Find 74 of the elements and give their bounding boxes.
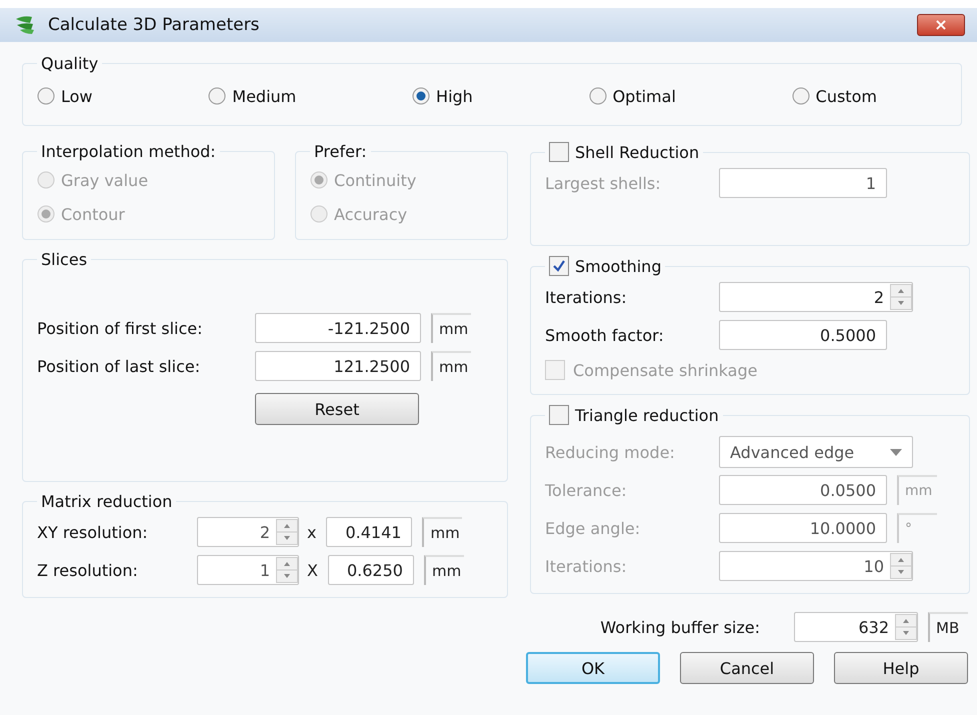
spin-button[interactable] (276, 519, 298, 545)
radio-label: Accuracy (334, 204, 408, 224)
spin-field[interactable]: 1 (197, 555, 299, 585)
radio-button[interactable] (37, 87, 55, 105)
number-field[interactable]: 121.2500 (255, 351, 421, 381)
field-label: Position of last slice: (37, 356, 202, 376)
group-title: Slices (41, 250, 88, 269)
spin-button[interactable] (890, 553, 912, 579)
checkbox[interactable] (545, 360, 565, 380)
unit-label: mm (897, 475, 937, 505)
checkbox[interactable] (549, 256, 569, 276)
number-field[interactable]: 0.6250 (328, 555, 414, 585)
radio-label: Medium (232, 86, 296, 106)
radio-label: Gray value (61, 170, 148, 190)
dialog-button[interactable]: Cancel (680, 652, 814, 684)
radio-label: Contour (61, 204, 125, 224)
group-title: Matrix reduction (41, 492, 172, 511)
radio-label: Continuity (334, 170, 416, 190)
spin-field[interactable]: 2 (197, 517, 299, 547)
checkbox[interactable] (549, 142, 569, 162)
spin-field[interactable]: 632 (794, 612, 918, 642)
field-label: Position of first slice: (37, 318, 204, 338)
number-field[interactable]: 0.0500 (719, 475, 887, 505)
reset-button[interactable]: Reset (255, 393, 419, 425)
caret-icon (890, 448, 902, 456)
unit-label: mm (424, 555, 464, 585)
group-title: Triangle reduction (575, 406, 719, 424)
unit-label: ° (897, 513, 937, 543)
unit-label: mm (431, 351, 471, 381)
number-field[interactable]: 1 (719, 168, 887, 198)
group-title: Prefer: (314, 142, 367, 161)
times-sign: X (307, 560, 318, 580)
field-label: Edge angle: (545, 518, 642, 538)
window-title: Calculate 3D Parameters (48, 15, 260, 35)
number-field[interactable]: -121.2500 (255, 313, 421, 343)
radio-label: Custom (816, 86, 877, 106)
unit-label: MB (928, 612, 968, 642)
spin-field[interactable]: 2 (719, 282, 913, 312)
dialog-button[interactable]: Help (834, 652, 968, 684)
field-label: Smooth factor: (545, 326, 665, 344)
spin-button[interactable] (276, 557, 298, 583)
checkbox[interactable] (549, 405, 569, 425)
group-title: Shell Reduction (575, 142, 700, 162)
group-title: Quality (41, 54, 98, 73)
group-title: Interpolation method: (41, 142, 216, 161)
field-label: Reducing mode: (545, 442, 676, 462)
spin-button[interactable] (895, 614, 917, 640)
checkbox-label: Compensate shrinkage (573, 360, 758, 380)
group-title: Smoothing (575, 256, 662, 276)
number-field[interactable]: 0.5000 (719, 320, 887, 350)
field-label: Iterations: (545, 288, 628, 306)
field-label: Tolerance: (545, 480, 628, 500)
number-field[interactable]: 10.0000 (719, 513, 887, 543)
radio-button[interactable] (588, 87, 607, 105)
spin-field[interactable]: 10 (719, 551, 913, 581)
field-label: XY resolution: (37, 522, 149, 542)
field-label: Largest shells: (545, 174, 662, 192)
leaf-icon (14, 15, 36, 35)
dropdown[interactable]: Advanced edge (719, 436, 913, 468)
radio-button[interactable] (208, 87, 226, 105)
radio-label: Optimal (612, 86, 676, 106)
times-sign: x (307, 522, 316, 542)
field-label: Iterations: (545, 556, 628, 576)
radio-button[interactable] (792, 87, 810, 105)
field-label: Working buffer size: (600, 618, 760, 636)
spin-button[interactable] (890, 284, 912, 310)
dialog-button[interactable]: OK (526, 652, 660, 684)
radio-button[interactable] (412, 87, 430, 105)
radio-label: High (436, 86, 473, 106)
radio-label: Low (61, 86, 93, 106)
unit-label: mm (422, 517, 462, 547)
field-label: Z resolution: (37, 560, 139, 580)
number-field[interactable]: 0.4141 (326, 517, 412, 547)
unit-label: mm (431, 313, 471, 343)
